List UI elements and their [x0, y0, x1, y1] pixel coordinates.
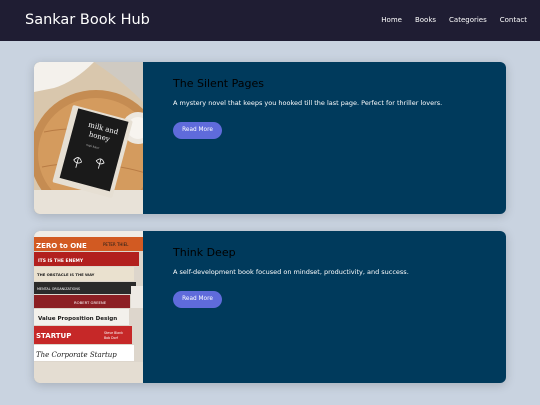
spine-blank: Steve Blank — [104, 331, 123, 335]
spine-corporate-startup: The Corporate Startup — [36, 351, 117, 359]
book-card: milk and honey rupi kaur The Silent Page… — [34, 62, 506, 214]
navbar: Sankar Book Hub Home Books Categories Co… — [0, 0, 540, 41]
spine-greene: ROBERT GREENE — [74, 300, 107, 305]
book-stack-photo: ZERO to ONE PETER THIEL ITS IS THE ENEMY… — [34, 231, 143, 383]
book-title: The Silent Pages — [173, 77, 264, 90]
brand-logo-text[interactable]: Sankar Book Hub — [25, 10, 150, 30]
book-cover-image: milk and honey rupi kaur — [34, 62, 143, 214]
spine-enemy: ITS IS THE ENEMY — [38, 258, 84, 264]
spine-startup: STARTUP — [36, 332, 71, 340]
spine-mental: MENTAL ORGANIZATIONS — [37, 287, 80, 291]
book-description: A self-development book focused on minds… — [173, 268, 409, 276]
book-description: A mystery novel that keeps you hooked ti… — [173, 99, 443, 107]
nav-home-link[interactable]: Home — [381, 15, 402, 26]
spine-author-thiel: PETER THIEL — [103, 242, 129, 247]
nav-categories-link[interactable]: Categories — [449, 15, 487, 26]
book-cover-image: ZERO to ONE PETER THIEL ITS IS THE ENEMY… — [34, 231, 143, 383]
spine-obstacle: THE OBSTACLE IS THE WAY — [37, 272, 95, 277]
nav-contact-link[interactable]: Contact — [500, 15, 527, 26]
read-more-button[interactable]: Read More — [173, 122, 222, 139]
nav-links: Home Books Categories Contact — [381, 15, 527, 26]
book-title: Think Deep — [173, 246, 236, 259]
milk-and-honey-photo: milk and honey rupi kaur — [34, 62, 143, 214]
spine-value-proposition: Value Proposition Design — [38, 316, 117, 322]
spine-dorf: Bob Dorf — [104, 336, 119, 340]
read-more-button[interactable]: Read More — [173, 291, 222, 308]
spine-zero-to-one: ZERO to ONE — [36, 242, 87, 250]
nav-books-link[interactable]: Books — [415, 15, 436, 26]
book-card: ZERO to ONE PETER THIEL ITS IS THE ENEMY… — [34, 231, 506, 383]
